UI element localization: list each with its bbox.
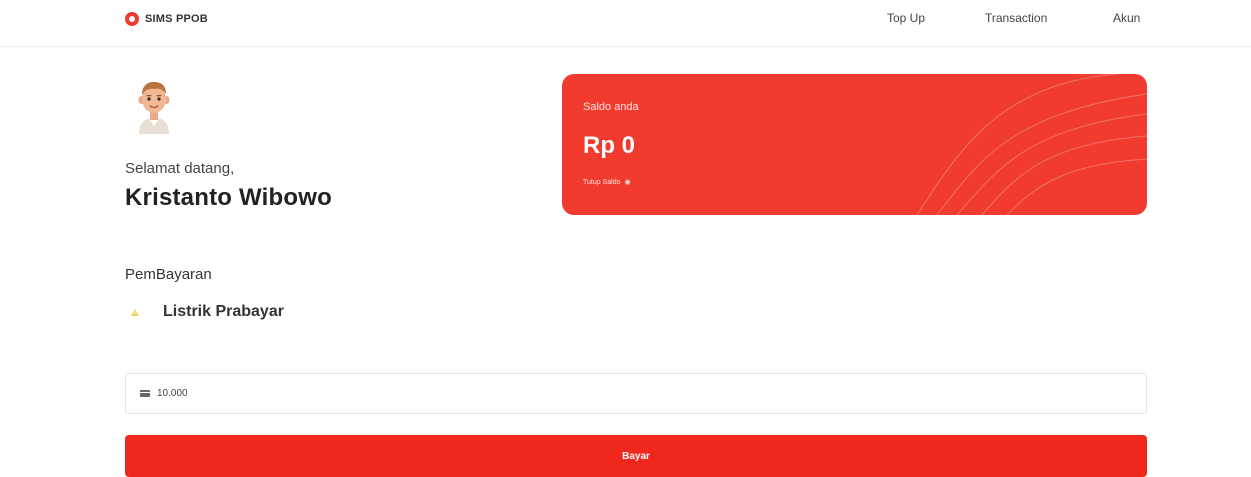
service-name: Listrik Prabayar xyxy=(163,303,284,320)
top-navbar: SIMS PPOB Top Up Transaction Akun xyxy=(0,0,1251,47)
credit-card-icon xyxy=(140,390,150,397)
user-name: Kristanto Wibowo xyxy=(125,184,332,211)
nav-account-link[interactable]: Akun xyxy=(1113,11,1140,25)
amount-field[interactable] xyxy=(125,373,1147,414)
nav-transaction-link[interactable]: Transaction xyxy=(985,11,1047,25)
nav-topup-link[interactable]: Top Up xyxy=(887,11,925,25)
brand-logo-link[interactable]: SIMS PPOB xyxy=(125,11,208,27)
avatar xyxy=(138,82,170,134)
decorative-waves xyxy=(916,74,1147,215)
eye-icon: ◉ xyxy=(624,179,631,186)
balance-label: Saldo anda xyxy=(583,101,639,113)
toggle-balance-label: Tutup Saldo xyxy=(583,178,621,186)
welcome-greeting: Selamat datang, xyxy=(125,160,235,177)
balance-card: Saldo anda Rp 0 Tutup Saldo ◉ xyxy=(562,74,1147,215)
brand-name: SIMS PPOB xyxy=(145,13,208,25)
amount-input[interactable] xyxy=(157,388,1057,399)
balance-amount: Rp 0 xyxy=(583,132,636,159)
payment-section-label: PemBayaran xyxy=(125,266,212,283)
toggle-balance-button[interactable]: Tutup Saldo ◉ xyxy=(583,178,631,187)
lightbulb-icon xyxy=(125,302,145,322)
pay-button[interactable]: Bayar xyxy=(125,435,1147,477)
logo-icon xyxy=(125,12,139,26)
selected-service: Listrik Prabayar xyxy=(125,302,284,322)
